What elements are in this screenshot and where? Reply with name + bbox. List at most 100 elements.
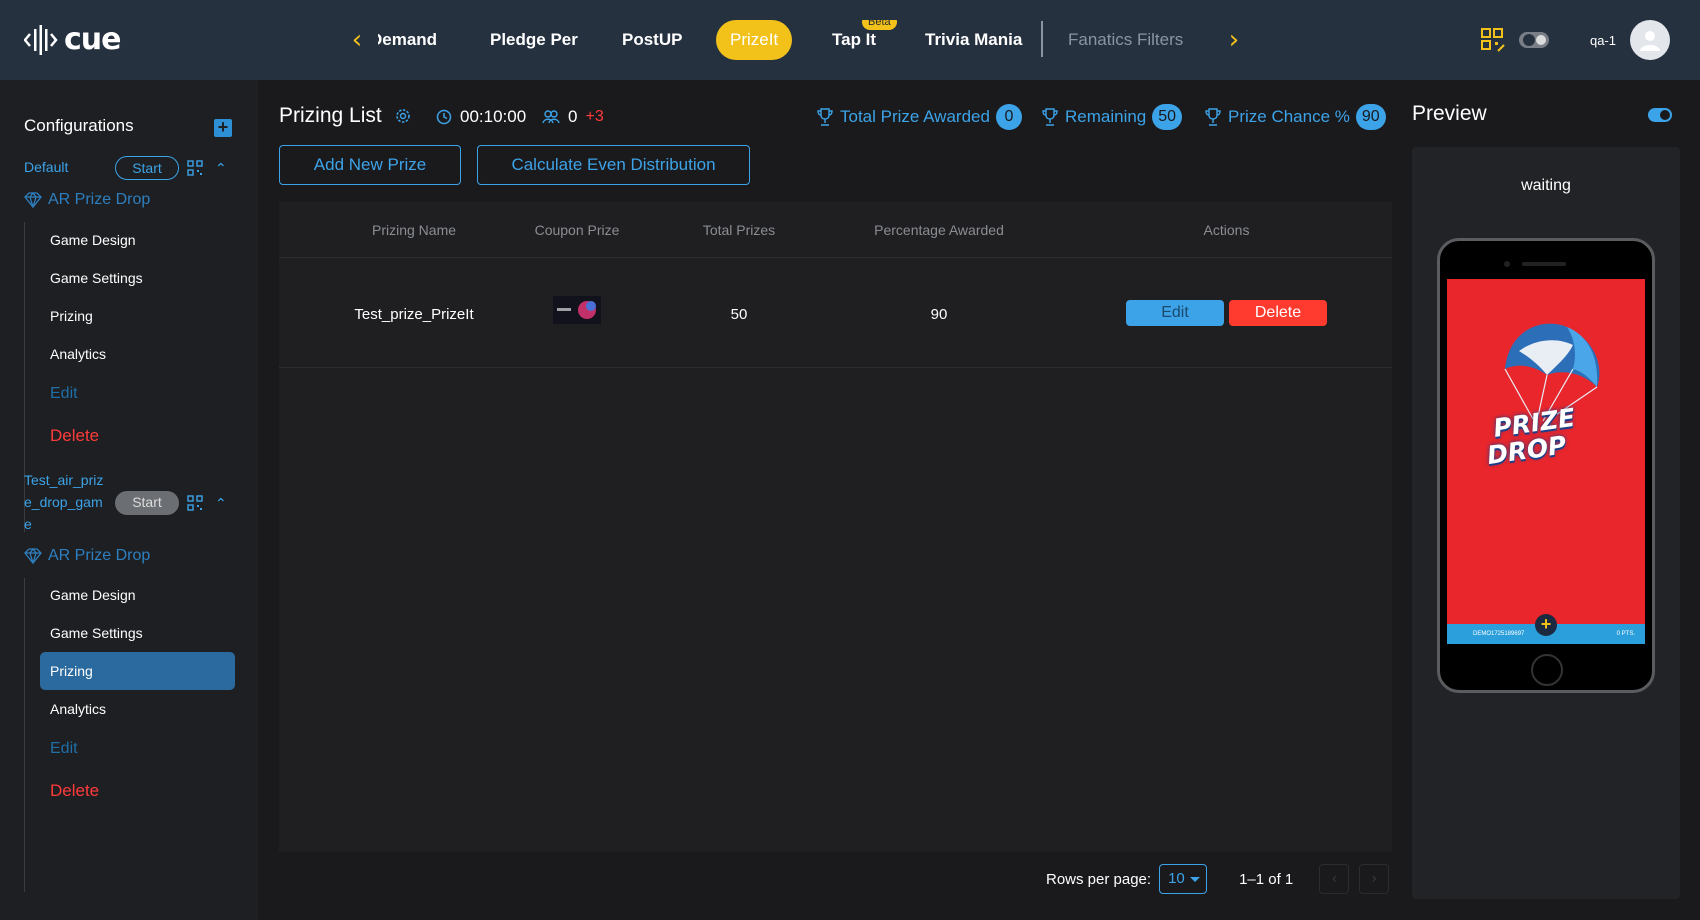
tab-trivia-mania[interactable]: Trivia Mania: [925, 20, 1022, 60]
header-divider: [279, 257, 1392, 258]
coupon-image[interactable]: [553, 296, 601, 324]
tree-line: [24, 578, 25, 892]
user-icon: [1640, 31, 1660, 51]
clock-icon: [436, 109, 452, 125]
logo[interactable]: cue: [24, 22, 121, 57]
column-header: Total Prizes: [702, 222, 776, 238]
add-configuration-button[interactable]: +: [214, 118, 232, 137]
menu-analytics[interactable]: Analytics: [50, 346, 106, 362]
menu-delete[interactable]: Delete: [50, 781, 99, 801]
prev-page-button[interactable]: ‹: [1319, 864, 1350, 894]
prize-name-cell: Test_prize_PrizeIt: [354, 306, 474, 323]
phone-speaker: [1522, 262, 1566, 266]
tab-tap-it-label: Tap It: [832, 30, 877, 49]
add-circle-icon[interactable]: +: [1535, 614, 1557, 636]
config-name-line: e_drop_gam: [24, 494, 103, 510]
game-type-label: AR Prize Drop: [24, 191, 150, 209]
column-header: Actions: [1203, 222, 1250, 238]
menu-prizing-selected[interactable]: Prizing: [40, 652, 235, 690]
cue-logo-icon: [24, 24, 58, 55]
stat-prize-chance: Prize Chance % 90: [1204, 104, 1386, 130]
delete-prize-button[interactable]: Delete: [1229, 300, 1327, 326]
preview-status: waiting: [1521, 177, 1571, 194]
chevron-up-icon[interactable]: ⌃: [215, 497, 229, 511]
chevron-up-icon[interactable]: ⌃: [215, 162, 229, 176]
menu-game-design[interactable]: Game Design: [50, 232, 136, 248]
caret-down-icon: [1190, 877, 1201, 882]
percentage-awarded-cell: 90: [930, 306, 948, 323]
rows-per-page-select[interactable]: 10: [1159, 864, 1208, 894]
next-page-button[interactable]: ›: [1359, 864, 1390, 894]
rows-per-page-label: Rows per page:: [1046, 870, 1152, 888]
tab-pledge-per[interactable]: Pledge Per: [490, 20, 578, 60]
config-name-test[interactable]: Test_air_priz e_drop_gam e: [24, 469, 103, 535]
nav-next-arrow[interactable]: ›: [1222, 27, 1246, 53]
timer: 00:10:00: [436, 107, 526, 127]
participant-delta: +3: [585, 108, 604, 125]
edit-prize-button[interactable]: Edit: [1126, 300, 1224, 326]
menu-edit[interactable]: Edit: [50, 740, 78, 758]
rows-per-page-value: 10: [1168, 870, 1185, 887]
prizing-table: Prizing Name Coupon Prize Total Prizes P…: [279, 202, 1392, 852]
phone-camera: [1504, 261, 1510, 267]
menu-edit[interactable]: Edit: [50, 385, 78, 403]
phone-home-button: [1531, 654, 1563, 686]
top-right-controls: qa-1: [1480, 20, 1670, 60]
menu-game-design[interactable]: Game Design: [50, 587, 136, 603]
sidebar: Configurations + Default Start ⌃ AR Priz…: [0, 80, 258, 920]
phone-mockup: PRIZE DROP DEMO1725189697 0 PTS. +: [1437, 238, 1655, 693]
screen-user-id: DEMO1725189697: [1473, 631, 1525, 637]
qr-code-icon[interactable]: [187, 160, 203, 176]
config-name-default[interactable]: Default: [24, 156, 68, 178]
nav-prev-arrow[interactable]: ‹: [345, 27, 369, 53]
menu-delete[interactable]: Delete: [50, 426, 99, 446]
participant-count: 0: [568, 107, 578, 126]
coupon-thumbnail: [553, 296, 601, 324]
diamond-icon: [24, 548, 42, 564]
config-name-line: Test_air_priz: [24, 472, 104, 488]
tab-prizeit[interactable]: PrizeIt: [716, 20, 793, 60]
product-tabs: Demand Pledge Per PostUP PrizeIt Tap It …: [378, 20, 1188, 60]
pagination: Rows per page: 10 1–1 of 1 ‹ ›: [1046, 864, 1390, 894]
trophy-icon: [817, 108, 833, 126]
menu-game-settings[interactable]: Game Settings: [50, 625, 143, 641]
start-button[interactable]: Start: [115, 156, 179, 180]
theme-toggle-icon[interactable]: [1518, 29, 1552, 51]
avatar[interactable]: [1630, 20, 1670, 60]
gear-icon[interactable]: [394, 107, 412, 125]
stat-badge: 0: [995, 104, 1022, 130]
beta-badge: Beta: [862, 20, 897, 30]
preview-toggle[interactable]: [1648, 108, 1672, 122]
logo-text: cue: [64, 22, 121, 57]
tab-tap-it[interactable]: Tap It Beta: [832, 20, 897, 60]
menu-game-settings[interactable]: Game Settings: [50, 270, 143, 286]
top-bar: cue ‹ Demand Pledge Per PostUP PrizeIt T…: [0, 0, 1700, 80]
qr-code-icon[interactable]: [1480, 27, 1506, 53]
users-icon: [542, 110, 560, 124]
config-name-line: e: [24, 516, 32, 532]
preview-panel: waiting PRIZE DROP DEMO1725189697 0 PTS.…: [1412, 147, 1680, 899]
tab-postup[interactable]: PostUP: [622, 20, 682, 60]
stat-total-prize-awarded: Total Prize Awarded 0: [816, 104, 1022, 130]
stat-label: Prize Chance %: [1228, 107, 1350, 126]
sidebar-title: Configurations: [24, 116, 134, 135]
qr-code-icon[interactable]: [187, 495, 203, 511]
menu-prizing[interactable]: Prizing: [50, 308, 93, 324]
game-type-label: AR Prize Drop: [24, 547, 150, 565]
calculate-even-distribution-button[interactable]: Calculate Even Distribution: [477, 145, 750, 185]
preview-title: Preview: [1412, 102, 1487, 125]
game-type-text: AR Prize Drop: [48, 191, 151, 208]
diamond-icon: [24, 192, 42, 208]
start-button[interactable]: Start: [115, 491, 179, 515]
tab-demand[interactable]: Demand: [378, 20, 437, 60]
timer-value: 00:10:00: [460, 107, 527, 126]
stat-label: Remaining: [1065, 107, 1147, 126]
stat-label: Total Prize Awarded: [840, 107, 990, 126]
add-new-prize-button[interactable]: Add New Prize: [279, 145, 461, 185]
total-prizes-cell: 50: [730, 306, 748, 323]
participants: 0 +3: [542, 107, 604, 127]
user-label: qa-1: [1589, 32, 1616, 48]
tab-fanatics-filters[interactable]: Fanatics Filters: [1068, 20, 1183, 60]
menu-analytics[interactable]: Analytics: [50, 701, 106, 717]
column-header: Coupon Prize: [534, 222, 620, 238]
